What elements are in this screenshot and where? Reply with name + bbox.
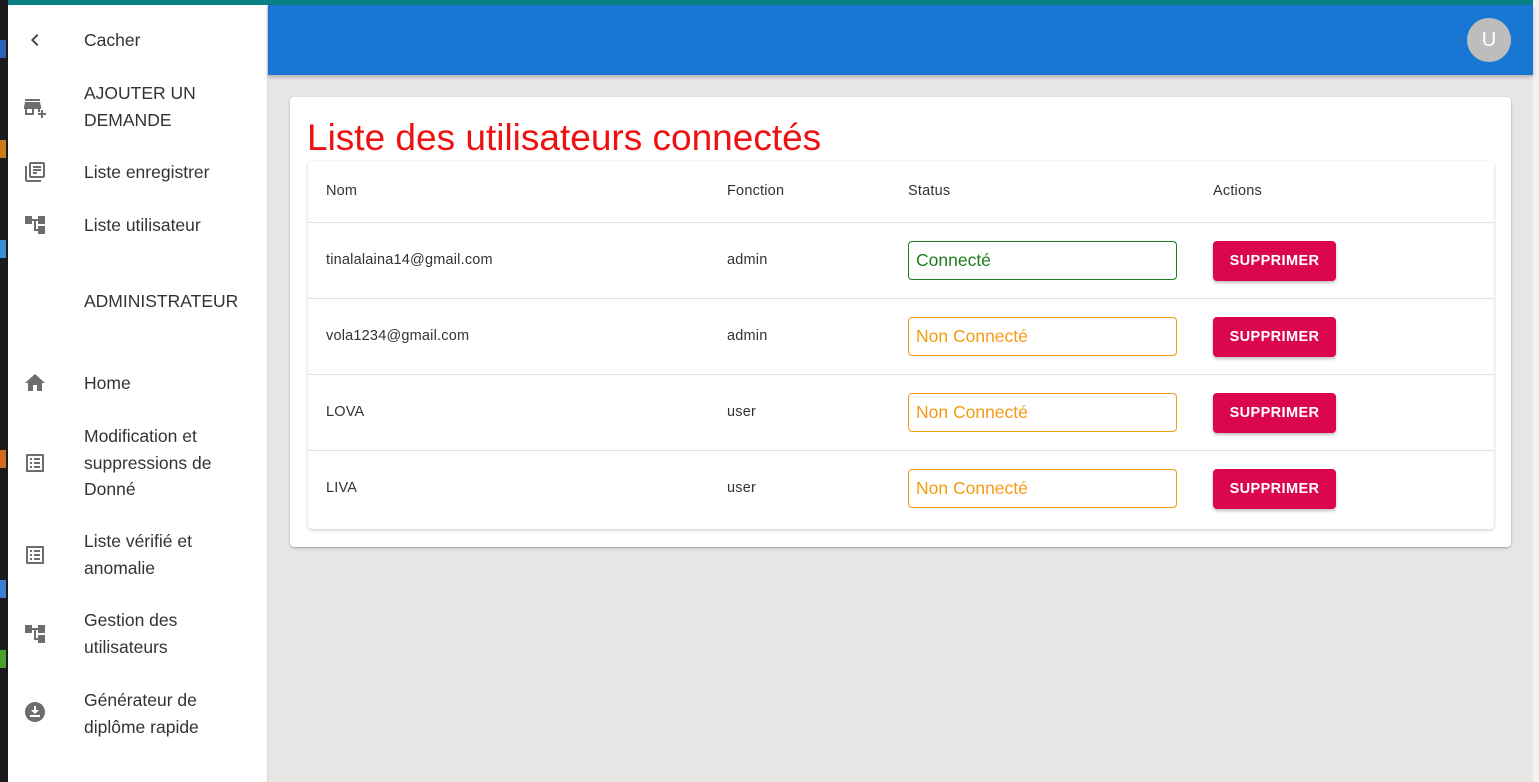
account-tree-icon [22,621,48,647]
table-row: LOVA user Non Connecté SUPPRIMER [308,375,1494,451]
sidebar-item-label: Liste enregistrer [84,162,210,182]
sidebar-item-label: Liste vérifié et anomalie [84,531,192,578]
cell-nom: LIVA [326,480,358,496]
chevron-left-icon [22,27,48,53]
delete-button[interactable]: SUPPRIMER [1213,241,1336,281]
sidebar-item-label: Générateur de diplôme rapide [84,690,199,737]
user-avatar[interactable]: U [1467,18,1511,62]
sidebar-item-modification[interactable]: Modification et suppressions de Donné [8,423,268,503]
delete-button[interactable]: SUPPRIMER [1213,469,1336,509]
sidebar: Cacher AJOUTER UN DEMANDE Liste enregist… [8,5,268,782]
list-alt-icon [22,542,48,568]
column-header-nom: Nom [326,183,358,199]
column-header-status: Status [908,183,951,199]
account-tree-icon [22,212,48,238]
column-header-fonction: Fonction [727,183,785,199]
sidebar-item-label: Home [84,373,131,393]
list-alt-icon [22,450,48,476]
sidebar-item-label: Liste utilisateur [84,215,201,235]
sidebar-item-label: Gestion des utilisateurs [84,610,178,657]
cell-nom: tinalalaina14@gmail.com [326,252,493,268]
sidebar-item-home[interactable]: Home [8,370,268,396]
cell-fonction: user [727,480,757,496]
sidebar-item-label: AJOUTER UN DEMANDE [84,83,196,130]
sidebar-item-label: Modification et suppressions de Donné [84,426,212,499]
home-icon [22,370,48,396]
desktop-edge-right [1533,0,1539,782]
sidebar-item-liste-verifie[interactable]: Liste vérifié et anomalie [8,528,268,581]
status-field[interactable]: Connecté [908,241,1177,280]
cell-fonction: user [727,404,757,420]
status-field[interactable]: Non Connecté [908,469,1177,508]
add-business-icon [22,94,48,120]
cell-fonction: admin [727,328,768,344]
cell-nom: vola1234@gmail.com [326,328,470,344]
table-row: vola1234@gmail.com admin Non Connecté SU… [308,299,1494,375]
sidebar-item-ajouter-demande[interactable]: AJOUTER UN DEMANDE [8,80,268,133]
sidebar-item-generateur-diplome[interactable]: Générateur de diplôme rapide [8,687,268,740]
delete-button[interactable]: SUPPRIMER [1213,393,1336,433]
status-field[interactable]: Non Connecté [908,317,1177,356]
sidebar-item-label: Cacher [84,30,141,50]
library-books-icon [22,159,48,185]
sidebar-item-gestion-utilisateurs[interactable]: Gestion des utilisateurs [8,607,268,660]
sidebar-item-cacher[interactable]: Cacher [8,27,268,53]
sidebar-item-liste-enregistrer[interactable]: Liste enregistrer [8,159,268,185]
desktop-edge [0,0,8,782]
users-card: Liste des utilisateurs connectés Nom Fon… [290,97,1511,547]
table-header: Nom Fonction Status Actions [308,161,1494,223]
sidebar-item-liste-utilisateur[interactable]: Liste utilisateur [8,212,268,238]
users-table: Nom Fonction Status Actions tinalalaina1… [308,161,1494,529]
table-row: LIVA user Non Connecté SUPPRIMER [308,451,1494,527]
column-header-actions: Actions [1213,183,1262,199]
cell-nom: LOVA [326,404,365,420]
table-row: tinalalaina14@gmail.com admin Connecté S… [308,223,1494,299]
download-circle-icon [22,699,48,725]
delete-button[interactable]: SUPPRIMER [1213,317,1336,357]
status-field[interactable]: Non Connecté [908,393,1177,432]
page-title: Liste des utilisateurs connectés [307,117,822,158]
cell-fonction: admin [727,252,768,268]
app-bar: U [268,5,1533,75]
section-label-administrateur: ADMINISTRATEUR [84,291,239,311]
